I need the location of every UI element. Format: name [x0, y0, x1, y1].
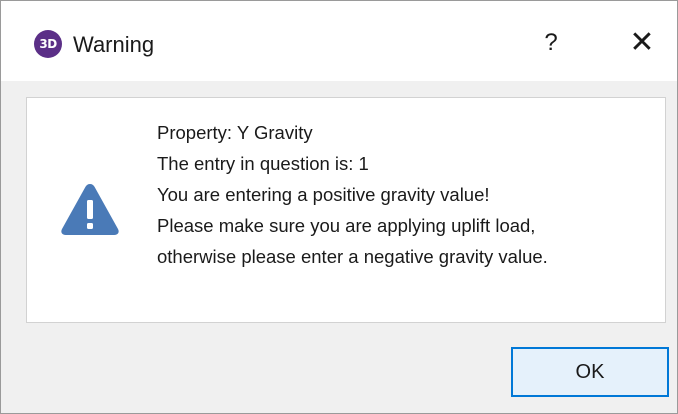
- help-button[interactable]: ?: [531, 23, 571, 63]
- title-bar: 3D Warning ? ✕: [1, 1, 677, 81]
- message-line: otherwise please enter a negative gravit…: [157, 246, 548, 267]
- message-line: Please make sure you are applying uplift…: [157, 215, 536, 236]
- close-button[interactable]: ✕: [619, 23, 665, 63]
- message-line: You are entering a positive gravity valu…: [157, 184, 490, 205]
- warning-triangle-icon: [61, 184, 119, 235]
- dialog-title: Warning: [73, 32, 155, 57]
- message-line: Property: Y Gravity: [157, 122, 313, 143]
- message-line: The entry in question is: 1: [157, 153, 369, 174]
- warning-dialog: 3D Warning ? ✕ Property: Y Gravity The e…: [0, 0, 678, 414]
- message-text: Property: Y Gravity The entry in questio…: [157, 117, 548, 272]
- ok-button[interactable]: OK: [511, 347, 669, 397]
- 3d-app-icon: 3D: [34, 30, 62, 58]
